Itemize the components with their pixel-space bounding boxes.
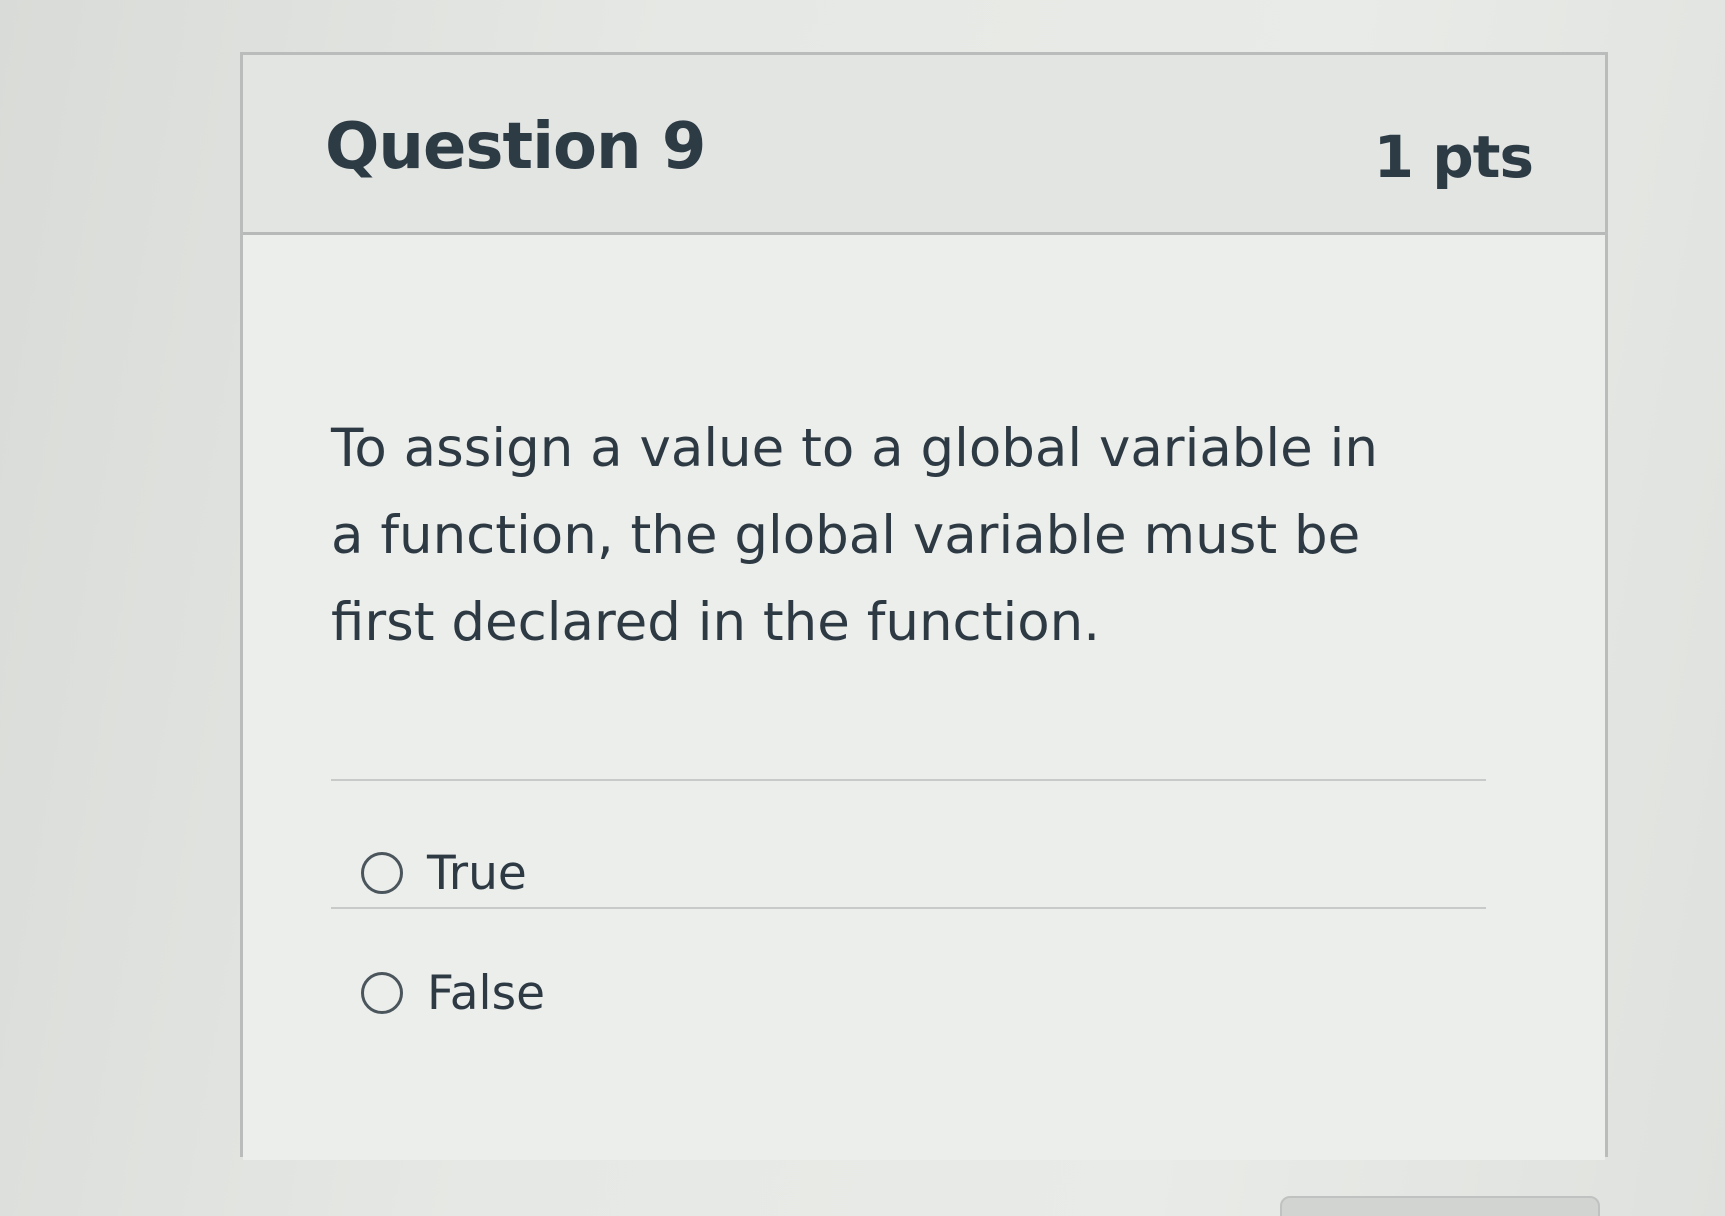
answer-divider <box>331 907 1486 909</box>
radio-button-false[interactable] <box>361 972 403 1014</box>
question-points: 1 pts <box>1373 123 1534 191</box>
question-title: Question 9 <box>325 110 706 184</box>
partial-button-edge[interactable] <box>1280 1196 1600 1216</box>
answer-divider <box>331 779 1486 781</box>
radio-button-true[interactable] <box>361 852 403 894</box>
question-card: Question 9 1 pts To assign a value to a … <box>240 52 1608 1160</box>
answer-option-false[interactable]: False <box>361 953 545 1033</box>
question-header: Question 9 1 pts <box>243 55 1605 235</box>
answer-label-true: True <box>427 845 527 901</box>
quiz-page: Question 9 1 pts To assign a value to a … <box>0 0 1725 1216</box>
question-text: To assign a value to a global variable i… <box>331 418 1378 653</box>
answer-option-true[interactable]: True <box>361 833 527 913</box>
question-body: To assign a value to a global variable i… <box>243 235 1605 1160</box>
answer-label-false: False <box>427 965 545 1021</box>
